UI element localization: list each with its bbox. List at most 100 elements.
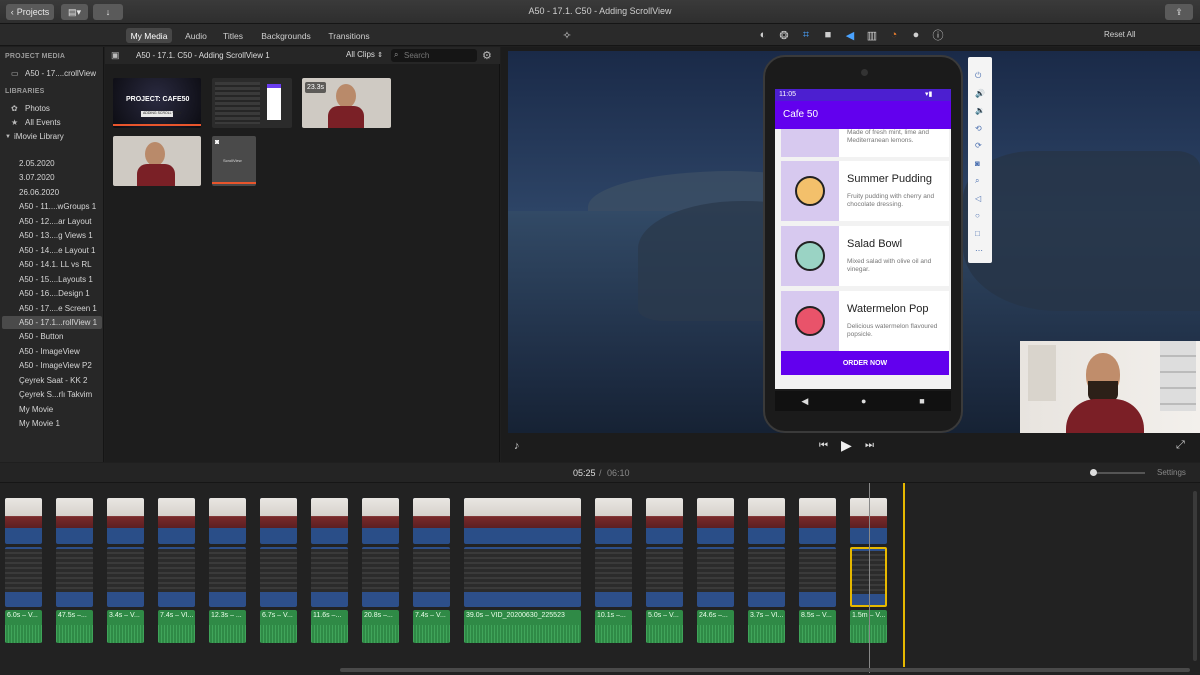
sidebar-event-item[interactable]: A50 - 17....e Screen 1 [2, 302, 102, 315]
audio-clip[interactable]: 20.8s –... [362, 610, 399, 643]
video-clip[interactable] [595, 498, 632, 544]
audio-clip[interactable]: 8.5s – V... [799, 610, 836, 643]
vertical-scrollbar[interactable] [1193, 491, 1197, 661]
clip-thumb-intro[interactable]: PROJECT: CAFE50 ADDING SCROLL VIEW [113, 78, 201, 128]
clip-thumb-scrollview[interactable]: ◙ ScrollView [212, 136, 256, 186]
audio-clip[interactable]: 12.3s – ... [209, 610, 246, 643]
overlay-clip[interactable] [697, 547, 734, 607]
audio-clip[interactable]: 11.6s –... [311, 610, 348, 643]
timeline-clip[interactable]: 11.6s –... [311, 498, 348, 646]
clip-thumb-presenter[interactable]: 23.3s [302, 78, 391, 128]
settings-button[interactable]: Settings [1157, 468, 1186, 477]
timeline-clip[interactable]: 6.0s – V... [5, 498, 42, 646]
video-clip[interactable] [748, 498, 785, 544]
skip-back-icon[interactable]: ⏮ [819, 440, 828, 451]
sidebar-event-item[interactable]: 26.06.2020 [2, 186, 102, 199]
sidebar-event-item[interactable]: Çeyrek Saat - KK 2 [2, 374, 102, 387]
search-input[interactable]: ⌕ Search [391, 49, 477, 62]
overlay-clip[interactable] [5, 547, 42, 607]
all-clips-select[interactable]: All Clips ⇕ [346, 50, 383, 59]
sidebar-event-item[interactable]: A50 - 15....Layouts 1 [2, 273, 102, 286]
play-icon[interactable]: ▶ [841, 437, 852, 454]
overlay-clip[interactable] [56, 547, 93, 607]
timeline-clip[interactable]: 7.4s – VI... [158, 498, 195, 646]
screenshot-icon[interactable]: ◙ [975, 159, 980, 168]
menu-card[interactable]: Salad Bowl Mixed salad with olive oil and… [781, 226, 949, 286]
audio-clip[interactable]: 10.1s –... [595, 610, 632, 643]
menu-card[interactable]: Watermelon Pop Delicious watermelon flavo… [781, 291, 949, 351]
sidebar-event-item[interactable]: A50 - 11....wGroups 1 [2, 200, 102, 213]
audio-clip[interactable]: 39.0s – VID_20200630_225523 [464, 610, 581, 643]
audio-clip[interactable]: 7.4s – V... [413, 610, 450, 643]
tab-backgrounds[interactable]: Backgrounds [256, 28, 316, 43]
zoom-slider[interactable] [1090, 469, 1145, 476]
timeline-clip[interactable]: 47.5s –... [56, 498, 93, 646]
video-clip[interactable] [362, 498, 399, 544]
timeline-clip[interactable]: 3.4s – V... [107, 498, 144, 646]
rotate-right-icon[interactable]: ⟳ [975, 141, 982, 150]
zoom-icon[interactable]: ⌕ [975, 176, 979, 186]
tab-my-media[interactable]: My Media [126, 28, 172, 43]
info-icon[interactable]: ⓘ [931, 28, 945, 42]
tab-transitions[interactable]: Transitions [324, 28, 374, 43]
tab-audio[interactable]: Audio [179, 28, 213, 43]
video-clip[interactable] [209, 498, 246, 544]
back-icon[interactable]: ◁ [975, 194, 981, 203]
horizontal-scrollbar[interactable] [340, 668, 1190, 672]
home-icon[interactable]: ○ [975, 211, 980, 220]
video-clip[interactable] [697, 498, 734, 544]
sidebar-event-item[interactable]: 3.07.2020 [2, 171, 102, 184]
video-clip[interactable] [56, 498, 93, 544]
timeline-clip[interactable]: 10.1s –... [595, 498, 632, 646]
sidebar-item-photos[interactable]: ✿ Photos [2, 102, 102, 115]
sidebar-event-item[interactable]: My Movie [2, 403, 102, 416]
back-icon[interactable]: ◀ [801, 396, 808, 407]
stabilization-camera-icon[interactable]: ■ [821, 28, 835, 42]
timeline-clip[interactable]: 12.3s – ... [209, 498, 246, 646]
sidebar-item-library[interactable]: ▼ iMovie Library [2, 130, 102, 143]
tab-titles[interactable]: Titles [218, 28, 248, 43]
gear-icon[interactable]: ⚙ [482, 49, 492, 62]
audio-clip[interactable]: 3.7s – VI... [748, 610, 785, 643]
overlay-clip[interactable] [748, 547, 785, 607]
sidebar-item-all-events[interactable]: ★ All Events [2, 116, 102, 129]
home-icon[interactable]: ● [861, 396, 866, 406]
audio-clip[interactable]: 6.0s – V... [5, 610, 42, 643]
video-clip[interactable] [799, 498, 836, 544]
sidebar-event-item[interactable]: A50 - Button [2, 330, 102, 343]
audio-clip[interactable]: 47.5s –... [56, 610, 93, 643]
menu-card[interactable]: Summer Pudding Fruity pudding with cherry… [781, 161, 949, 221]
crop-icon[interactable]: ⌗ [799, 28, 813, 42]
power-icon[interactable]: ⏻ [975, 71, 981, 81]
overlay-clip[interactable] [646, 547, 683, 607]
zoom-slider-knob[interactable] [1090, 469, 1097, 476]
timeline-clip[interactable]: 24.6s –... [697, 498, 734, 646]
sidebar-event-item[interactable]: A50 - 17.1...rollView 1 [2, 315, 102, 329]
sidebar-event-item[interactable]: A50 - 13....g Views 1 [2, 229, 102, 242]
overlay-clip[interactable] [413, 547, 450, 607]
audio-clip[interactable]: 3.4s – V... [107, 610, 144, 643]
rotate-left-icon[interactable]: ⟲ [975, 124, 982, 133]
microphone-icon[interactable]: ♪ [514, 440, 520, 452]
video-clip[interactable] [464, 498, 581, 544]
overlay-clip[interactable] [260, 547, 297, 607]
sidebar-event-item[interactable]: 2.05.2020 [2, 157, 102, 170]
timeline-clip[interactable]: 7.4s – V... [413, 498, 450, 646]
equalizer-icon[interactable]: ▥ [865, 28, 879, 42]
sidebar-event-item[interactable]: A50 - 12....ar Layout [2, 215, 102, 228]
clip-thumb-presenter-2[interactable] [113, 136, 201, 186]
overlay-clip[interactable] [362, 547, 399, 607]
timeline-clip[interactable]: 39.0s – VID_20200630_225523 [464, 498, 581, 646]
video-clip[interactable] [260, 498, 297, 544]
sidebar-event-item[interactable]: A50 - ImageView [2, 345, 102, 358]
sidebar-event-item[interactable]: Çeyrek S...rlı Takvim [2, 388, 102, 401]
timeline-clip[interactable]: 5.0s – V... [646, 498, 683, 646]
timeline-clip[interactable]: 20.8s –... [362, 498, 399, 646]
volume-up-icon[interactable]: 🔊 [975, 89, 985, 98]
video-clip[interactable] [311, 498, 348, 544]
share-button[interactable]: ⇪ [1165, 4, 1193, 20]
timeline-clip[interactable]: 8.5s – V... [799, 498, 836, 646]
noise-reduction-icon[interactable]: ● [909, 28, 923, 42]
overlay-clip[interactable] [799, 547, 836, 607]
reset-all-button[interactable]: Reset All [1104, 30, 1136, 39]
